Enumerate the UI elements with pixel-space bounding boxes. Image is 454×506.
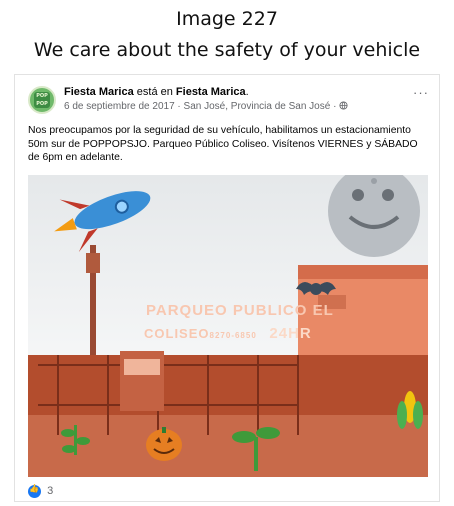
post-body-text: Nos preocupamos por la seguridad de su v… xyxy=(28,125,418,163)
facebook-post-card: POP POP Fiesta Marica está en Fiesta Mar… xyxy=(14,74,440,502)
image-caption-number: Image 227 xyxy=(176,8,278,30)
image-caption-title: We care about the safety of your vehicle xyxy=(33,39,421,61)
globe-icon xyxy=(339,101,348,110)
reactions-row[interactable]: 3 xyxy=(28,484,54,498)
page-avatar[interactable]: POP POP xyxy=(28,86,56,114)
author-link[interactable]: Fiesta Marica xyxy=(64,86,134,98)
avatar-logo: POP POP xyxy=(34,92,50,108)
post-photo[interactable]: PARQUEO PUBLICO EL COLISEO8270-6850 24HR xyxy=(28,175,428,477)
sign-line-1: PARQUEO PUBLICO EL xyxy=(146,302,334,319)
sign-hours: 24HR xyxy=(269,325,312,342)
more-options-button[interactable]: ··· xyxy=(413,85,429,100)
reaction-count: 3 xyxy=(47,485,54,498)
post-place: San José, Provincia de San José xyxy=(183,101,331,112)
post-meta: 6 de septiembre de 2017 · San José, Prov… xyxy=(64,101,348,112)
post-header: Fiesta Marica está en Fiesta Marica. xyxy=(64,86,249,98)
location-link[interactable]: Fiesta Marica xyxy=(176,86,246,98)
at-text: está en xyxy=(136,86,173,98)
like-icon xyxy=(28,484,41,498)
sign-coliseo: COLISEO xyxy=(144,326,210,341)
post-date[interactable]: 6 de septiembre de 2017 xyxy=(64,101,175,112)
sign-phone: 8270-6850 xyxy=(209,331,257,340)
sign-line-2: COLISEO8270-6850 24HR xyxy=(144,325,312,342)
